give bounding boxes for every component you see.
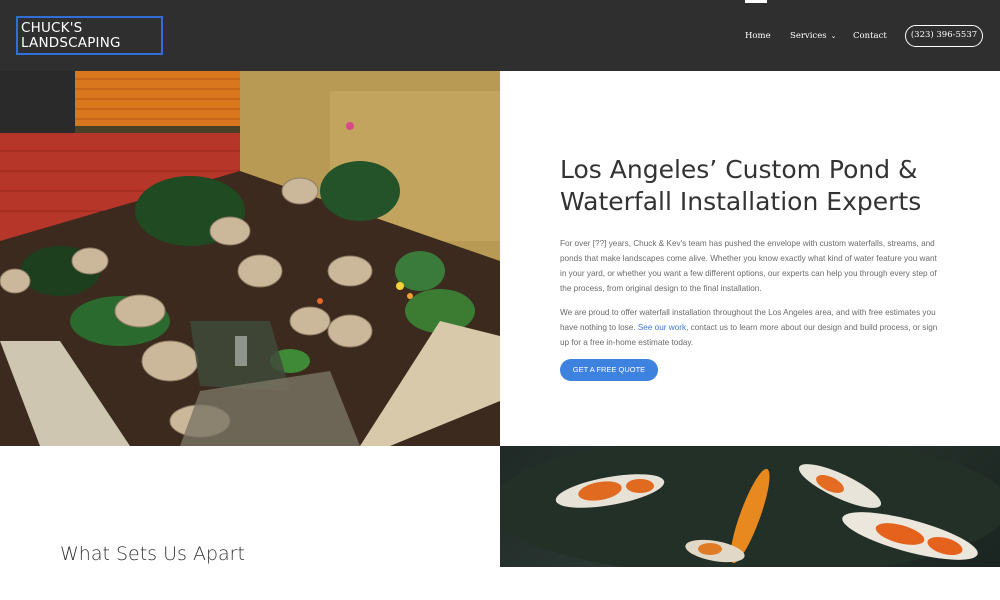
logo-line-2: LANDSCAPING xyxy=(21,35,121,51)
koi-fish-photo xyxy=(500,446,1000,567)
active-nav-indicator xyxy=(745,0,767,3)
hero-paragraph-1: For over [??] years, Chuck & Kev's team … xyxy=(560,239,937,293)
site-header: CHUCK'S LANDSCAPING Home Services ⌄ Conta… xyxy=(0,0,1000,71)
nav-contact[interactable]: Contact xyxy=(853,31,887,41)
logo-line-1: CHUCK'S xyxy=(21,20,83,36)
hero-paragraph-2: We are proud to offer waterfall installa… xyxy=(560,305,940,350)
hero-title: Los Angeles’ Custom Pond & Waterfall Ins… xyxy=(560,155,922,216)
garden-illustration xyxy=(0,71,500,446)
section-title-what-sets-us-apart: What Sets Us Apart xyxy=(60,543,245,565)
site-logo[interactable]: CHUCK'S LANDSCAPING xyxy=(16,16,163,55)
pond-waterfall-photo xyxy=(0,71,500,446)
chevron-down-icon: ⌄ xyxy=(830,32,837,40)
nav-home[interactable]: Home xyxy=(745,31,771,41)
nav-services-label: Services xyxy=(790,31,827,41)
get-free-quote-button[interactable]: GET A FREE QUOTE xyxy=(560,359,658,381)
koi-illustration xyxy=(500,446,1000,567)
nav-services[interactable]: Services ⌄ xyxy=(790,31,836,41)
phone-button[interactable]: (323) 396-5537 xyxy=(905,25,983,47)
see-our-work-link[interactable]: See our work xyxy=(638,323,686,332)
